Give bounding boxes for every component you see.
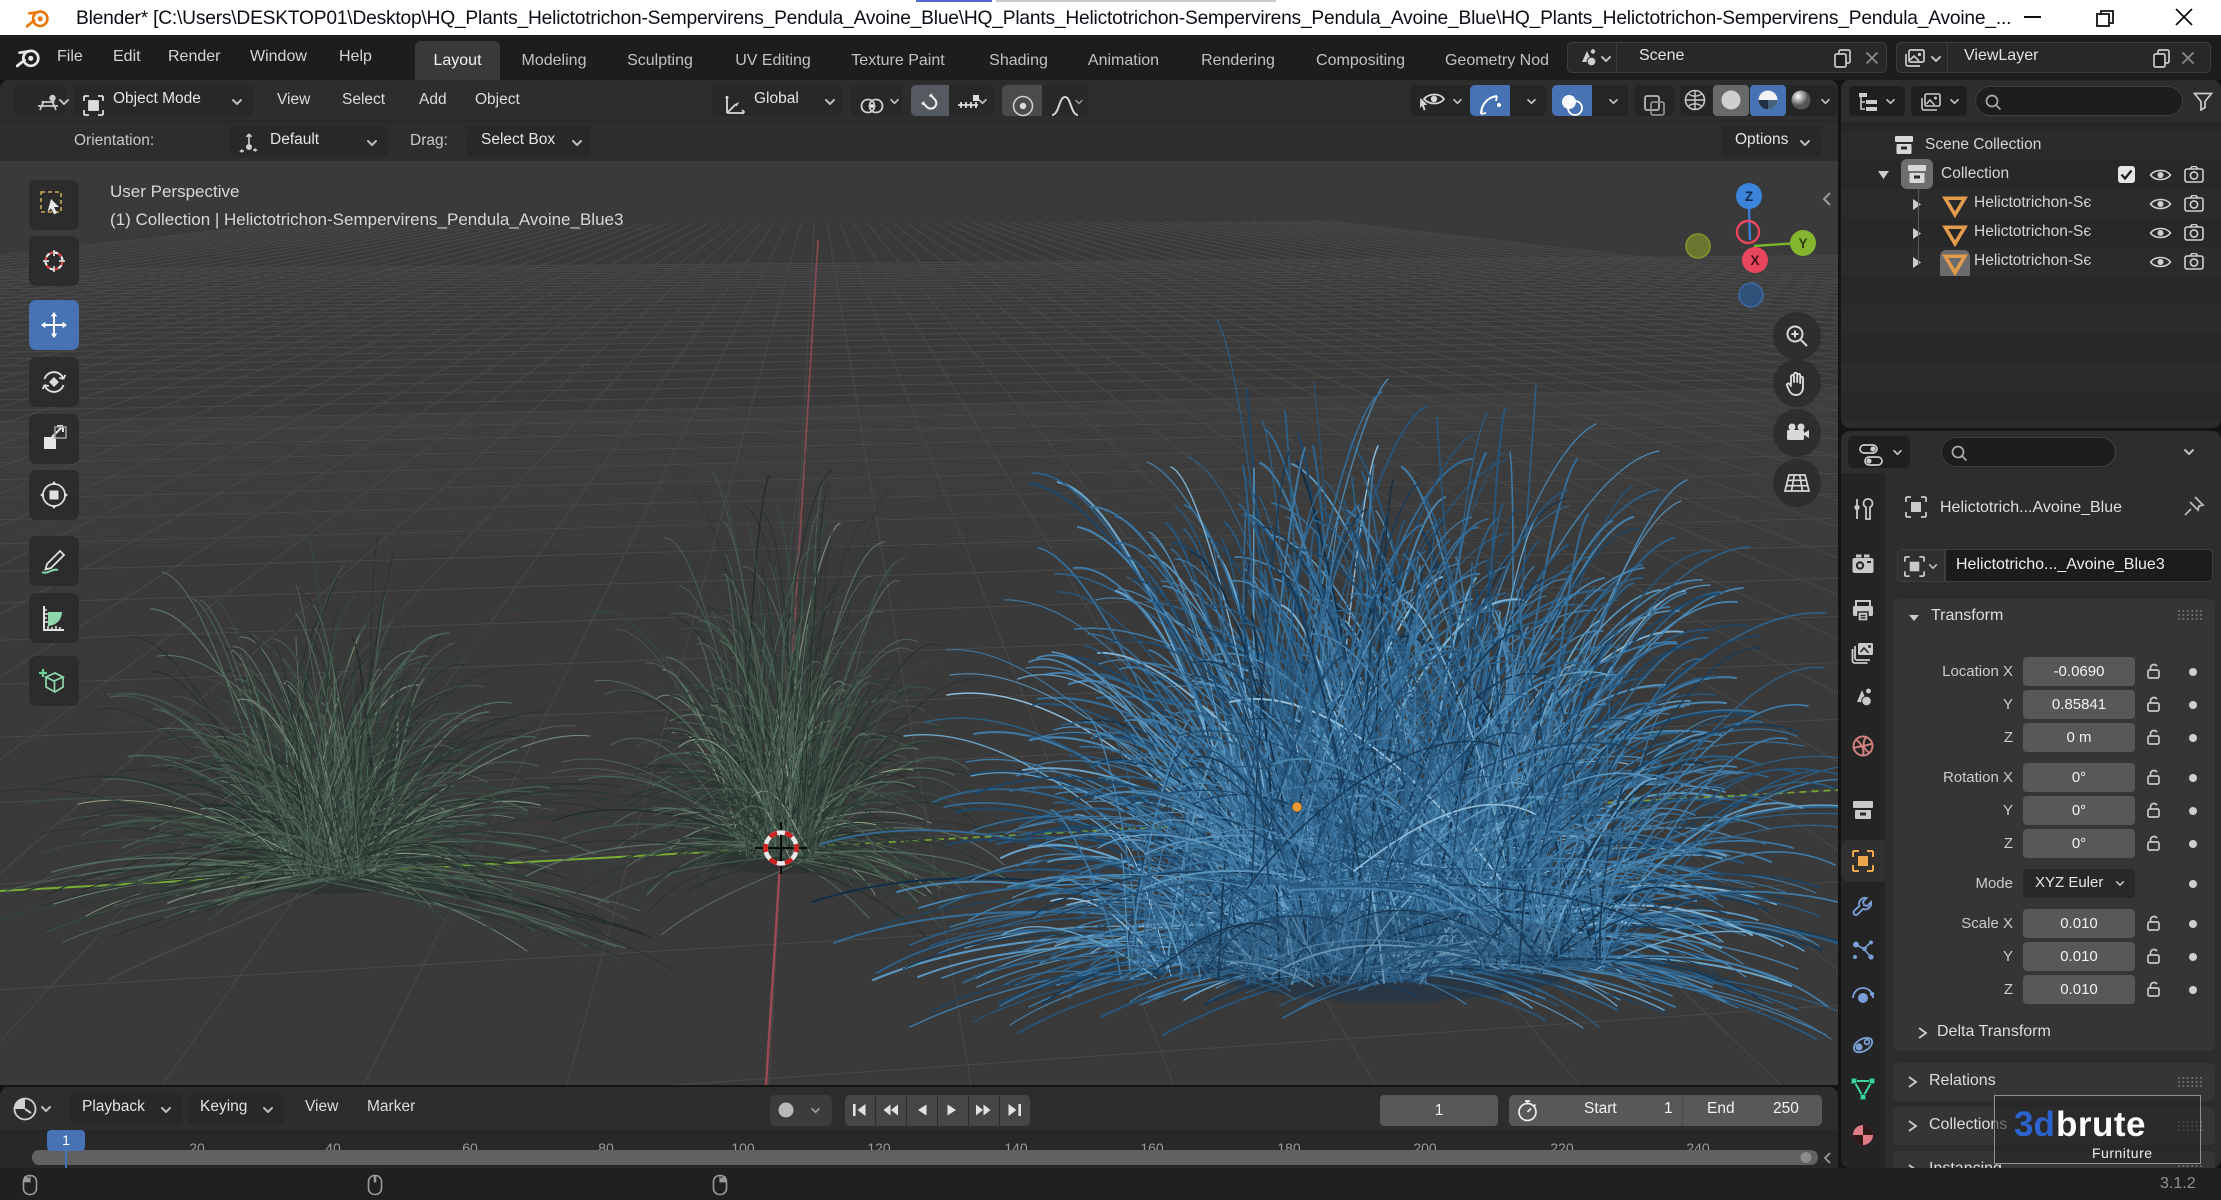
svg-text:Z: Z bbox=[1745, 189, 1753, 204]
svg-text:X: X bbox=[1750, 253, 1759, 268]
svg-text:Y: Y bbox=[1798, 236, 1807, 251]
